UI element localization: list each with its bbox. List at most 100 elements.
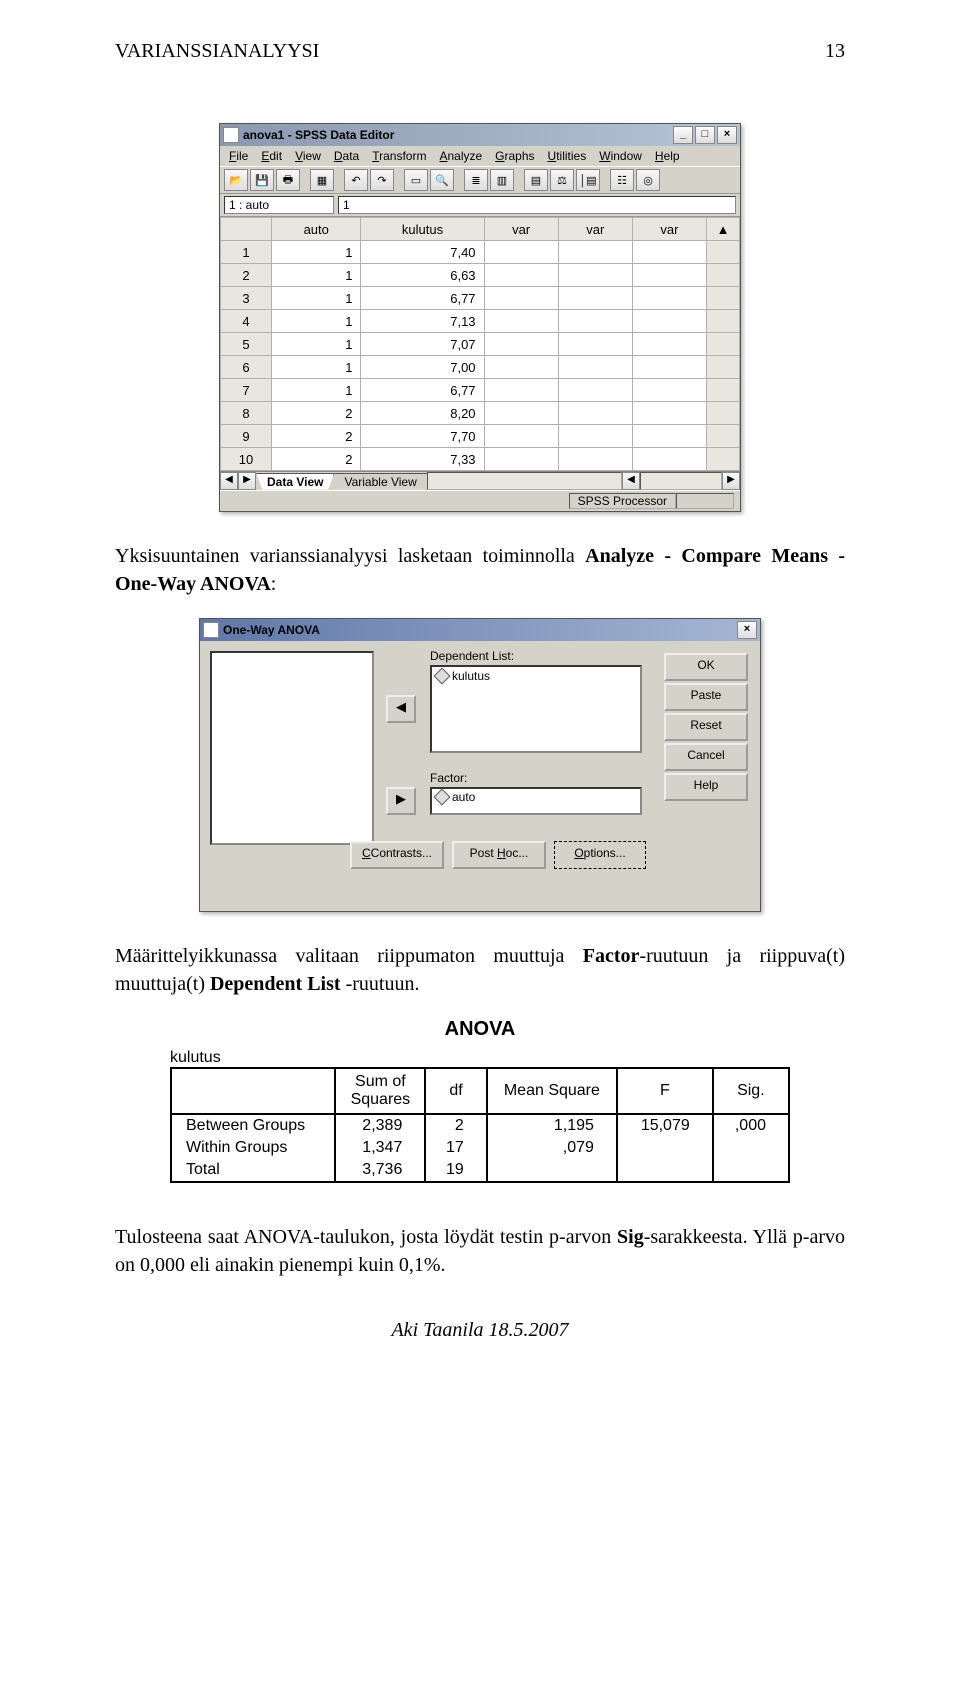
data-cell[interactable] xyxy=(484,241,558,264)
data-cell[interactable] xyxy=(558,425,632,448)
ok-button[interactable]: OK xyxy=(664,653,748,681)
col-var[interactable]: var xyxy=(484,218,558,241)
scroll-left-icon[interactable]: ◀ xyxy=(220,472,238,490)
factor-item[interactable]: auto xyxy=(436,790,636,804)
vscroll-track[interactable] xyxy=(707,402,740,425)
col-var[interactable]: var xyxy=(632,218,706,241)
tab-variable-view[interactable]: Variable View xyxy=(333,473,427,490)
data-cell[interactable]: 2 xyxy=(272,425,361,448)
goto-icon[interactable]: ▭ xyxy=(404,169,428,191)
dialog-close-button[interactable]: × xyxy=(737,621,757,639)
contrasts-button[interactable]: CContrasts... xyxy=(350,841,444,869)
row-number[interactable]: 8 xyxy=(221,402,272,425)
insert-variable-icon[interactable]: ▥ xyxy=(490,169,514,191)
undo-icon[interactable]: ↶ xyxy=(344,169,368,191)
menu-data[interactable]: Data xyxy=(329,148,364,164)
menu-edit[interactable]: Edit xyxy=(256,148,287,164)
data-cell[interactable] xyxy=(484,356,558,379)
data-cell[interactable]: 1 xyxy=(272,310,361,333)
row-number[interactable]: 6 xyxy=(221,356,272,379)
table-row[interactable]: 316,77 xyxy=(221,287,740,310)
redo-icon[interactable]: ↷ xyxy=(370,169,394,191)
dialog-recall-icon[interactable]: ▦ xyxy=(310,169,334,191)
find-icon[interactable]: 🔍 xyxy=(430,169,454,191)
help-button[interactable]: Help xyxy=(664,773,748,801)
col-var[interactable]: var xyxy=(558,218,632,241)
data-cell[interactable] xyxy=(558,241,632,264)
data-cell[interactable] xyxy=(632,402,706,425)
col-auto[interactable]: auto xyxy=(272,218,361,241)
vscroll-track[interactable] xyxy=(707,448,740,471)
table-row[interactable]: 1027,33 xyxy=(221,448,740,471)
data-cell[interactable]: 7,70 xyxy=(361,425,484,448)
vscroll-track[interactable] xyxy=(707,241,740,264)
data-cell[interactable] xyxy=(484,310,558,333)
row-number[interactable]: 2 xyxy=(221,264,272,287)
vscroll-track[interactable] xyxy=(707,425,740,448)
menu-window[interactable]: Window xyxy=(594,148,647,164)
data-cell[interactable]: 7,07 xyxy=(361,333,484,356)
table-row[interactable]: 117,40 xyxy=(221,241,740,264)
row-number[interactable]: 1 xyxy=(221,241,272,264)
data-cell[interactable] xyxy=(484,287,558,310)
data-cell[interactable] xyxy=(558,379,632,402)
data-cell[interactable]: 6,77 xyxy=(361,287,484,310)
row-number[interactable]: 10 xyxy=(221,448,272,471)
row-number[interactable]: 9 xyxy=(221,425,272,448)
data-cell[interactable]: 1 xyxy=(272,356,361,379)
vscroll-track[interactable] xyxy=(707,356,740,379)
paste-button[interactable]: Paste xyxy=(664,683,748,711)
data-cell[interactable] xyxy=(632,448,706,471)
vscroll-track[interactable] xyxy=(707,310,740,333)
data-cell[interactable] xyxy=(632,356,706,379)
menu-analyze[interactable]: Analyze xyxy=(434,148,487,164)
data-cell[interactable] xyxy=(632,425,706,448)
data-cell[interactable] xyxy=(558,356,632,379)
source-variable-list[interactable] xyxy=(210,651,374,845)
vscroll-track[interactable] xyxy=(707,287,740,310)
data-cell[interactable]: 7,33 xyxy=(361,448,484,471)
vscroll-track[interactable] xyxy=(707,379,740,402)
data-cell[interactable]: 2 xyxy=(272,402,361,425)
data-cell[interactable]: 1 xyxy=(272,264,361,287)
print-icon[interactable]: 🖶 xyxy=(276,169,300,191)
tab-data-view[interactable]: Data View xyxy=(256,473,334,490)
data-cell[interactable]: 1 xyxy=(272,241,361,264)
data-cell[interactable]: 8,20 xyxy=(361,402,484,425)
vscroll-track[interactable] xyxy=(707,264,740,287)
data-cell[interactable]: 1 xyxy=(272,379,361,402)
menu-help[interactable]: Help xyxy=(650,148,685,164)
select-cases-icon[interactable]: │▤ xyxy=(576,169,600,191)
data-cell[interactable] xyxy=(484,333,558,356)
data-cell[interactable] xyxy=(632,241,706,264)
move-to-dependent-button[interactable]: ◀ xyxy=(386,695,416,723)
maximize-button[interactable]: □ xyxy=(695,126,715,144)
insert-cases-icon[interactable]: ≣ xyxy=(464,169,488,191)
cancel-button[interactable]: Cancel xyxy=(664,743,748,771)
data-cell[interactable] xyxy=(632,264,706,287)
save-icon[interactable]: 💾 xyxy=(250,169,274,191)
data-cell[interactable]: 7,40 xyxy=(361,241,484,264)
move-to-factor-button[interactable]: ▶ xyxy=(386,787,416,815)
weight-cases-icon[interactable]: ⚖ xyxy=(550,169,574,191)
data-cell[interactable] xyxy=(558,448,632,471)
data-cell[interactable] xyxy=(632,287,706,310)
close-button[interactable]: × xyxy=(717,126,737,144)
data-cell[interactable]: 7,13 xyxy=(361,310,484,333)
row-number[interactable]: 4 xyxy=(221,310,272,333)
minimize-button[interactable]: _ xyxy=(673,126,693,144)
posthoc-button[interactable]: Post Hoc... xyxy=(452,841,546,869)
data-cell[interactable] xyxy=(558,264,632,287)
table-row[interactable]: 617,00 xyxy=(221,356,740,379)
hscroll-left-icon[interactable]: ◀ xyxy=(622,472,640,490)
data-cell[interactable] xyxy=(632,310,706,333)
cell-value[interactable]: 1 xyxy=(338,196,736,214)
menu-transform[interactable]: Transform xyxy=(367,148,431,164)
value-labels-icon[interactable]: ☷ xyxy=(610,169,634,191)
menu-graphs[interactable]: Graphs xyxy=(490,148,539,164)
col-kulutus[interactable]: kulutus xyxy=(361,218,484,241)
table-row[interactable]: 828,20 xyxy=(221,402,740,425)
row-number[interactable]: 3 xyxy=(221,287,272,310)
options-button[interactable]: Options... xyxy=(554,841,646,869)
data-cell[interactable]: 6,77 xyxy=(361,379,484,402)
